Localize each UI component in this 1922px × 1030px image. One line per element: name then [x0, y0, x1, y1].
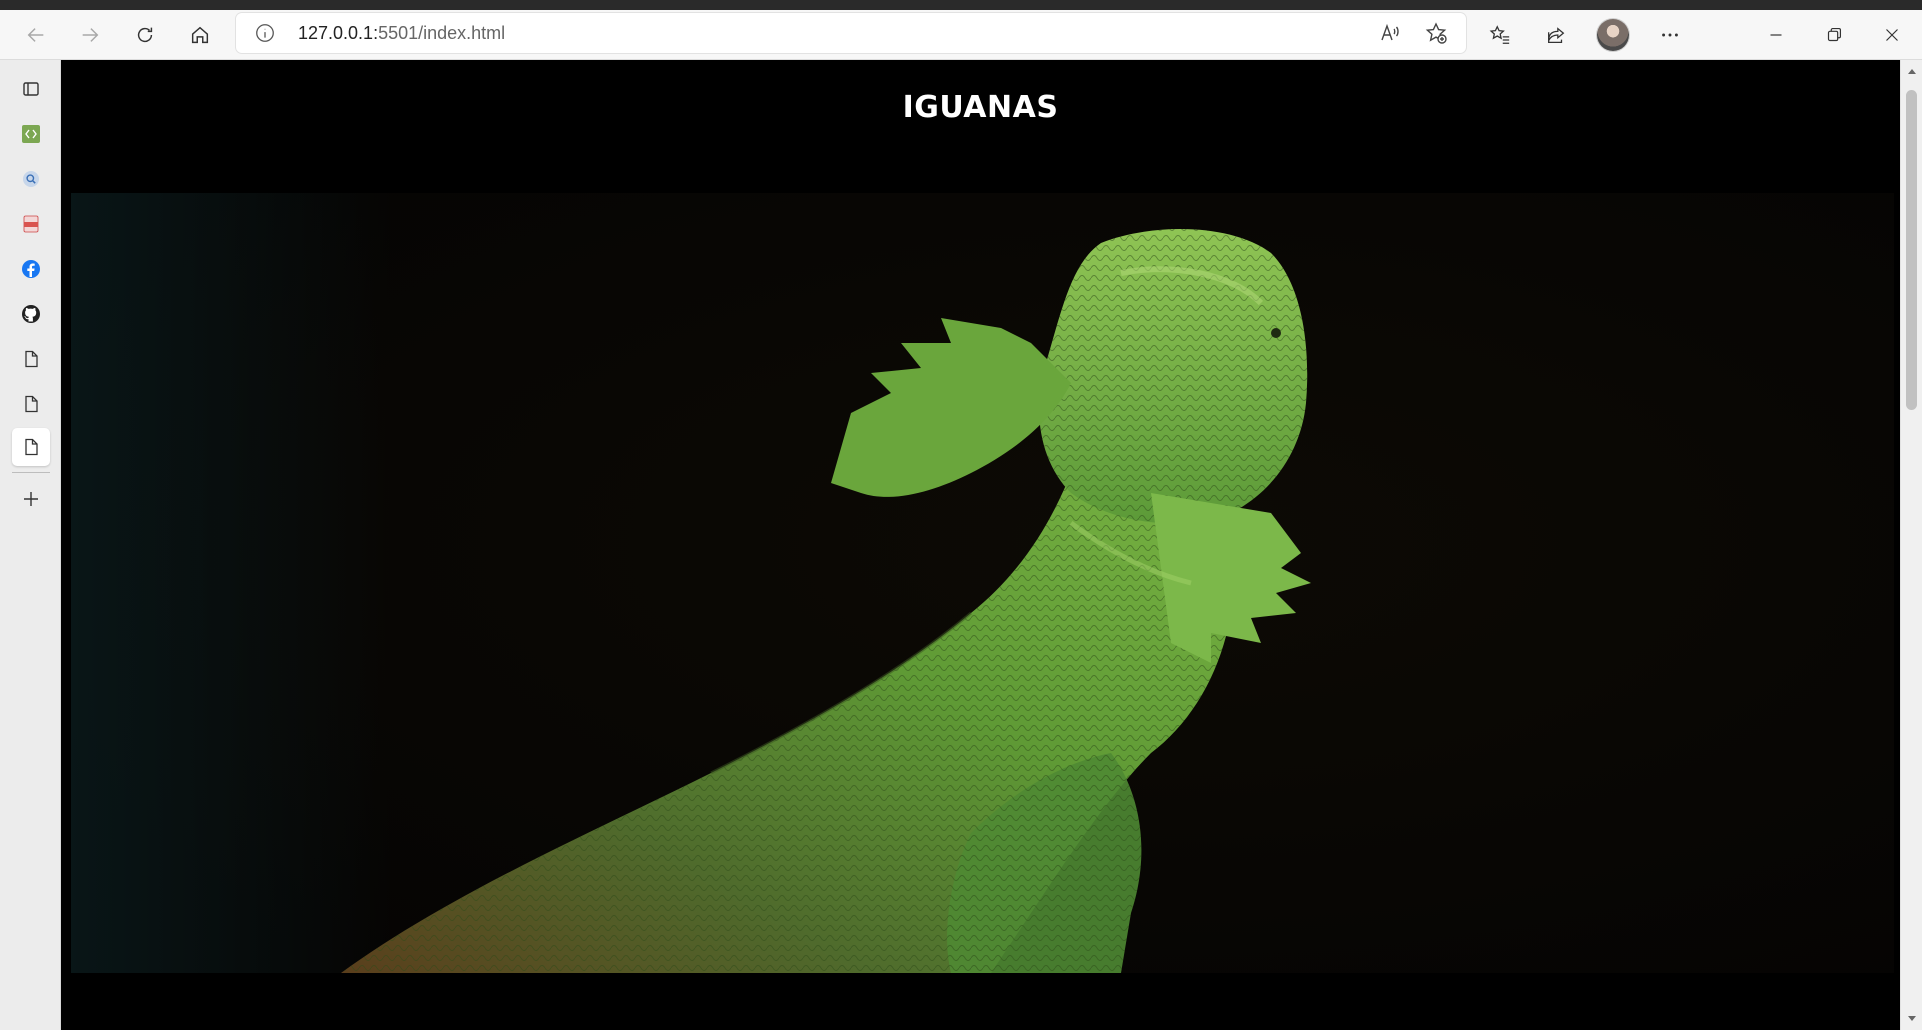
page-title: IGUANAS: [902, 90, 1059, 125]
home-icon: [191, 26, 209, 44]
window-top-edge: [0, 0, 1922, 10]
forward-arrow-icon: [82, 28, 99, 42]
iguana-hero-image: [71, 193, 1894, 973]
restore-icon: [1827, 27, 1842, 42]
refresh-button[interactable]: [126, 16, 164, 54]
home-button[interactable]: [181, 16, 219, 54]
share-button[interactable]: [1537, 16, 1575, 54]
facebook-icon: [22, 260, 40, 278]
tab-actions-icon: [23, 82, 39, 96]
tab-document-2[interactable]: [12, 385, 50, 423]
refresh-icon: [137, 27, 153, 43]
document-icon: [25, 438, 38, 456]
scroll-down-icon[interactable]: [1906, 1012, 1918, 1024]
minimize-icon: [1770, 34, 1782, 36]
tab-github[interactable]: [12, 295, 50, 333]
url-path: 5501/index.html: [378, 23, 506, 43]
new-tab-button[interactable]: [12, 480, 50, 518]
tab-facebook[interactable]: [12, 250, 50, 288]
tab-code[interactable]: [12, 115, 50, 153]
scroll-thumb[interactable]: [1906, 90, 1917, 410]
page-content: IGUANAS: [61, 60, 1900, 1030]
scroll-up-icon[interactable]: [1906, 66, 1918, 78]
read-aloud-icon[interactable]: [1378, 21, 1402, 45]
back-button[interactable]: [17, 16, 55, 54]
minimize-button[interactable]: [1757, 16, 1795, 54]
forward-button[interactable]: [71, 16, 109, 54]
add-favorite-icon[interactable]: [1424, 21, 1448, 45]
close-window-button[interactable]: [1873, 16, 1911, 54]
url-host: 127.0.0.1:: [298, 23, 379, 43]
add-icon: [24, 492, 38, 506]
code-icon: [22, 125, 40, 143]
share-icon: [1548, 27, 1565, 43]
page-scrollbar[interactable]: [1900, 60, 1922, 1030]
more-icon: [1662, 33, 1678, 37]
site-info-icon[interactable]: [254, 22, 276, 44]
close-icon: [1886, 29, 1898, 41]
iguana-photo: [71, 193, 1894, 973]
pdf-icon: [23, 215, 39, 233]
tab-pdf[interactable]: [12, 205, 50, 243]
search-icon: [23, 171, 39, 187]
tab-document-active[interactable]: [12, 428, 50, 466]
back-arrow-icon: [27, 28, 44, 42]
profile-avatar[interactable]: [1597, 19, 1629, 51]
sidebar-divider: [12, 472, 50, 473]
tab-search[interactable]: [12, 160, 50, 198]
document-icon: [25, 350, 38, 368]
settings-more-button[interactable]: [1651, 16, 1689, 54]
url-text[interactable]: 127.0.0.1:5501/index.html: [298, 22, 505, 44]
browser-toolbar: 127.0.0.1:5501/index.html: [0, 10, 1922, 60]
tab-actions-button[interactable]: [12, 70, 50, 108]
restore-button[interactable]: [1815, 16, 1853, 54]
favorites-icon: [1489, 25, 1510, 44]
address-bar[interactable]: 127.0.0.1:5501/index.html: [236, 13, 1466, 53]
document-icon: [25, 395, 38, 413]
favorites-button[interactable]: [1481, 16, 1519, 54]
tab-document-1[interactable]: [12, 340, 50, 378]
vertical-tabs-sidebar: [0, 60, 61, 1030]
github-icon: [22, 305, 40, 323]
